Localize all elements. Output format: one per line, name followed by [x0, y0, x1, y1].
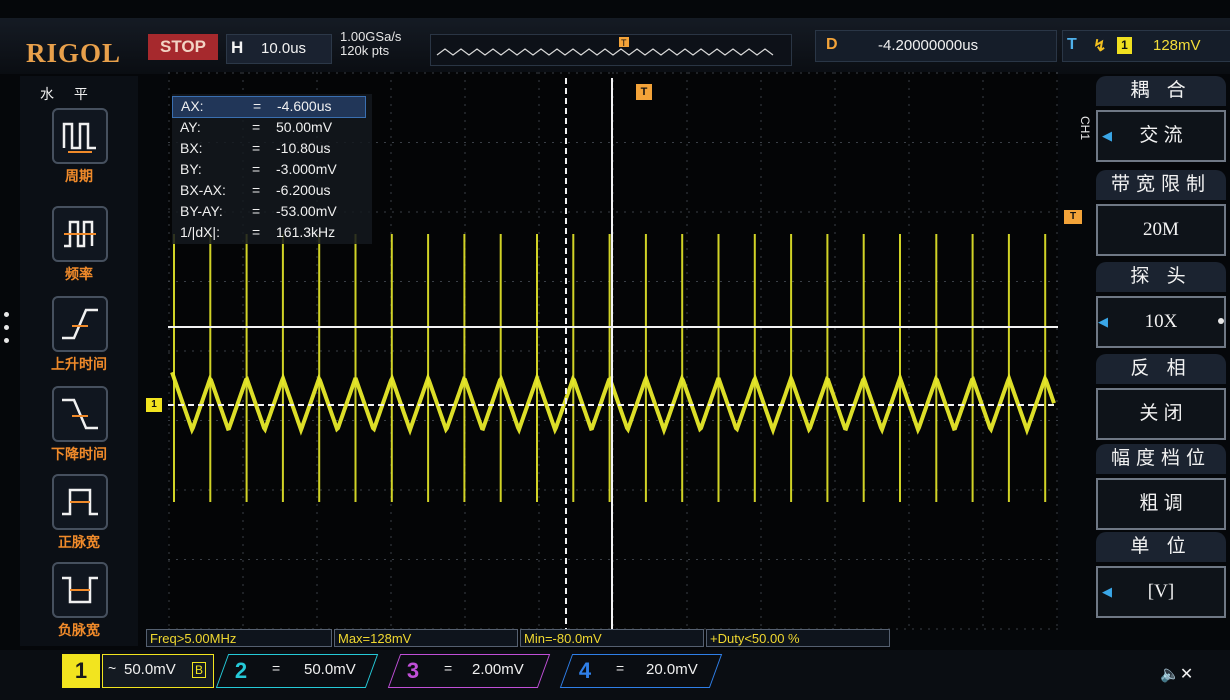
invert-title: 反 相	[1096, 354, 1226, 384]
positive-width-button[interactable]	[52, 474, 108, 530]
rise-time-icon	[62, 308, 98, 340]
cursor-row: AY: = 50.00mV	[180, 119, 333, 135]
period-button[interactable]	[52, 108, 108, 164]
unit-button[interactable]: [V]	[1096, 566, 1226, 618]
volts-div-title: 幅度档位	[1096, 444, 1226, 474]
channel-3-coupling: =	[444, 660, 453, 676]
horizontal-label: H	[231, 38, 244, 57]
frequency-button[interactable]	[52, 206, 108, 262]
fall-time-label: 下降时间	[51, 446, 107, 462]
channel-1-number: 1	[62, 654, 100, 688]
trigger-label: T	[1067, 36, 1077, 53]
negative-width-label: 负脉宽	[58, 622, 100, 638]
measurement-duty: +Duty<50.00 %	[706, 629, 890, 647]
sampling-info: 1.00GSa/s 120k pts	[340, 30, 401, 58]
select-arrow-icon: ◀	[1098, 314, 1108, 329]
horizontal-timebase[interactable]: H 10.0us	[226, 34, 332, 64]
menu-page-dots	[4, 312, 12, 351]
rise-time-button[interactable]	[52, 296, 108, 352]
negative-width-button[interactable]	[52, 562, 108, 618]
channel-3-tab[interactable]: 3 = 2.00mV	[387, 654, 551, 688]
period-label: 周期	[65, 168, 93, 184]
cursor-row: BX: = -10.80us	[180, 140, 331, 156]
bandwidth-limit-icon: B	[192, 662, 207, 678]
measurement-bar: Freq>5.00MHz Max=128mV Min=-80.0mV +Duty…	[146, 629, 890, 649]
memory-overview-icon: T	[436, 37, 774, 56]
run-stop-status[interactable]: STOP	[148, 34, 218, 60]
bandwidth-limit-button[interactable]: 20M	[1096, 204, 1226, 256]
measurement-max: Max=128mV	[334, 629, 518, 647]
unit-title: 单 位	[1096, 532, 1226, 562]
oscilloscope-screen: RIGOL STOP H 10.0us 1.00GSa/s 120k pts T…	[0, 0, 1230, 700]
delay-value: -4.20000000us	[878, 37, 979, 54]
bandwidth-limit-title: 带宽限制	[1096, 170, 1226, 200]
channel-1-ground-marker[interactable]: 1	[146, 398, 162, 412]
channel-4-scale: 20.0mV	[646, 661, 698, 678]
measurement-frequency: Freq>5.00MHz	[146, 629, 332, 647]
delay-readout[interactable]: D -4.20000000us	[815, 30, 1057, 62]
volts-div-button[interactable]: 粗 调	[1096, 478, 1226, 530]
positive-width-label: 正脉宽	[58, 534, 100, 550]
cursor-row: BX-AX: = -6.200us	[180, 182, 331, 198]
timebase-value: 10.0us	[261, 40, 307, 57]
cursor-row: BY-AY: = -53.00mV	[180, 203, 337, 219]
probe-title: 探 头	[1096, 262, 1226, 292]
probe-button[interactable]: 10X	[1096, 296, 1226, 348]
cursor-readout-panel: AX: = -4.600us AY: = 50.00mV BX: = -10.80us BY…	[172, 94, 372, 244]
page-indicator-dot	[1218, 318, 1224, 324]
negative-width-icon	[62, 576, 98, 604]
cursor-row: 1/|dX|: = 161.3kHz	[180, 224, 336, 240]
coupling-title: 耦 合	[1096, 76, 1226, 106]
select-arrow-icon: ◀	[1102, 584, 1112, 599]
trigger-position-marker[interactable]: T	[636, 84, 652, 100]
channel-4-coupling: =	[616, 660, 625, 676]
coupling-button[interactable]: 交 流	[1096, 110, 1226, 162]
positive-width-icon	[62, 488, 98, 516]
delay-label: D	[826, 36, 838, 53]
channel-2-tab[interactable]: 2 = 50.0mV	[215, 654, 379, 688]
rise-time-label: 上升时间	[51, 356, 107, 372]
channel-1-tab[interactable]: 1 ~ 50.0mV B	[62, 654, 214, 688]
channel-1-coupling: ~	[108, 660, 117, 676]
channel-4-tab[interactable]: 4 = 20.0mV	[559, 654, 723, 688]
speaker-mute-icon[interactable]: 🔈✕	[1160, 664, 1193, 684]
memory-trigger-marker: T	[621, 38, 627, 48]
horizontal-measure-menu: 水 平 周期 频率 上升时间 下降时间 正脉宽 负脉宽	[20, 76, 138, 646]
channel-menu: CH1 耦 合 交 流 ◀ 带宽限制 20M 探 头 10X ◀ 反 相 关 闭…	[1078, 76, 1230, 696]
trigger-level-marker[interactable]: T	[1064, 210, 1082, 224]
period-icon	[62, 122, 96, 153]
memory-depth: 120k pts	[340, 43, 390, 58]
trigger-readout[interactable]: T ↯ 1 128mV	[1062, 30, 1230, 62]
fall-time-button[interactable]	[52, 386, 108, 442]
cursor-row[interactable]: AX: = -4.600us	[172, 96, 366, 118]
channel-1-scale: 50.0mV	[124, 661, 176, 678]
frequency-label: 频率	[65, 266, 93, 282]
rising-edge-icon: ↯	[1093, 38, 1107, 55]
fall-time-icon	[62, 398, 98, 430]
cursor-row: BY: = -3.000mV	[180, 161, 337, 177]
channel-2-coupling: =	[272, 660, 281, 676]
select-arrow-icon: ◀	[1102, 128, 1112, 143]
invert-button[interactable]: 关 闭	[1096, 388, 1226, 440]
channel-side-label: CH1	[1078, 116, 1092, 141]
memory-waveform-overview: T	[430, 34, 792, 66]
channel-2-scale: 50.0mV	[304, 661, 356, 678]
sample-rate: 1.00GSa/s	[340, 29, 402, 44]
frequency-icon	[64, 220, 96, 248]
trigger-level: 128mV	[1153, 37, 1201, 54]
menu-title: 水 平	[40, 86, 96, 102]
measurement-min: Min=-80.0mV	[520, 629, 704, 647]
channel-3-scale: 2.00mV	[472, 661, 524, 678]
channel-status-bar: 1 ~ 50.0mV B 2 = 50.0mV 3 = 2.00mV 4 = 2…	[0, 650, 1230, 700]
trigger-source: 1	[1117, 37, 1132, 54]
brand-logo: RIGOL	[26, 38, 122, 68]
